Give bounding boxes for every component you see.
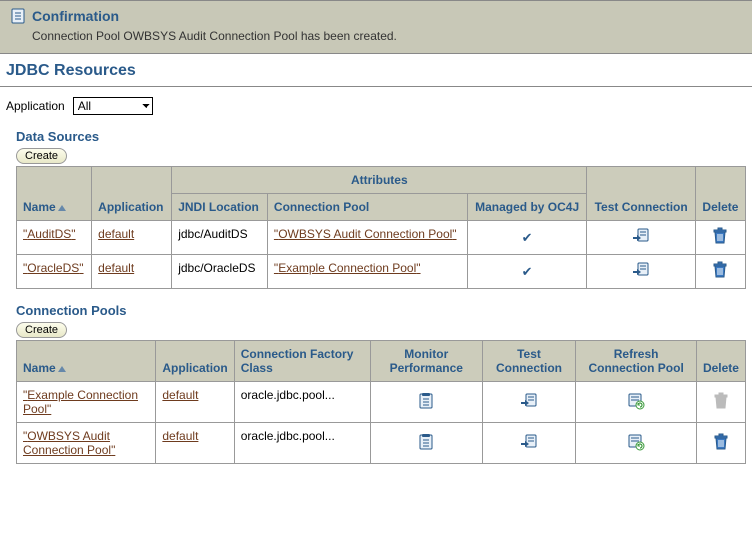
col-application[interactable]: Application bbox=[156, 341, 234, 382]
col-name[interactable]: Name bbox=[17, 341, 156, 382]
col-application[interactable]: Application bbox=[92, 167, 172, 221]
ds-jndi: jdbc/AuditDS bbox=[172, 221, 268, 255]
data-sources-title: Data Sources bbox=[0, 129, 752, 148]
refresh-button[interactable] bbox=[627, 392, 645, 410]
refresh-button[interactable] bbox=[627, 433, 645, 451]
application-filter-row: Application All bbox=[0, 97, 752, 129]
ds-pool-link[interactable]: OWBSYS Audit Connection Pool bbox=[274, 227, 457, 241]
col-monitor: Monitor Performance bbox=[370, 341, 482, 382]
application-select[interactable]: All bbox=[73, 97, 153, 115]
col-jndi[interactable]: JNDI Location bbox=[172, 194, 268, 221]
col-name[interactable]: Name bbox=[17, 167, 92, 221]
monitor-button[interactable] bbox=[417, 433, 435, 451]
cp-name-link[interactable]: Example Connection Pool bbox=[23, 388, 138, 416]
cp-app-link[interactable]: default bbox=[162, 429, 198, 443]
create-data-source-button[interactable]: Create bbox=[16, 148, 67, 164]
col-delete: Delete bbox=[696, 341, 745, 382]
test-connection-button[interactable] bbox=[632, 227, 650, 245]
connection-pools-title: Connection Pools bbox=[0, 303, 752, 322]
col-connection-pool[interactable]: Connection Pool bbox=[267, 194, 467, 221]
col-delete: Delete bbox=[695, 167, 745, 221]
monitor-button[interactable] bbox=[417, 392, 435, 410]
page-title: JDBC Resources bbox=[0, 54, 752, 87]
ds-name-link[interactable]: OracleDS bbox=[23, 261, 84, 275]
confirmation-icon bbox=[10, 7, 28, 25]
table-row: OracleDS default jdbc/OracleDS Example C… bbox=[17, 255, 746, 289]
delete-button-disabled bbox=[712, 392, 730, 410]
confirmation-message: Connection Pool OWBSYS Audit Connection … bbox=[32, 29, 742, 43]
confirmation-box: Confirmation Connection Pool OWBSYS Audi… bbox=[0, 0, 752, 54]
ds-pool-link[interactable]: Example Connection Pool bbox=[274, 261, 421, 275]
ds-app-link[interactable]: default bbox=[98, 261, 134, 275]
col-refresh: Refresh Connection Pool bbox=[576, 341, 697, 382]
check-icon: ✔ bbox=[522, 230, 533, 245]
test-connection-button[interactable] bbox=[520, 392, 538, 410]
table-row: OWBSYS Audit Connection Pool default ora… bbox=[17, 423, 746, 464]
table-row: Example Connection Pool default oracle.j… bbox=[17, 382, 746, 423]
connection-pools-table: Name Application Connection Factory Clas… bbox=[16, 340, 746, 464]
cp-name-link[interactable]: OWBSYS Audit Connection Pool bbox=[23, 429, 115, 457]
sort-asc-icon bbox=[58, 366, 66, 372]
sort-asc-icon bbox=[58, 205, 66, 211]
col-test-connection: Test Connection bbox=[587, 167, 695, 221]
col-attributes-group: Attributes bbox=[172, 167, 587, 194]
cp-app-link[interactable]: default bbox=[162, 388, 198, 402]
confirmation-title: Confirmation bbox=[32, 8, 119, 24]
data-sources-table: Name Application Attributes Test Connect… bbox=[16, 166, 746, 289]
ds-app-link[interactable]: default bbox=[98, 227, 134, 241]
cp-factory: oracle.jdbc.pool... bbox=[234, 382, 370, 423]
test-connection-button[interactable] bbox=[632, 261, 650, 279]
create-connection-pool-button[interactable]: Create bbox=[16, 322, 67, 338]
col-managed[interactable]: Managed by OC4J bbox=[467, 194, 587, 221]
test-connection-button[interactable] bbox=[520, 433, 538, 451]
col-factory[interactable]: Connection Factory Class bbox=[234, 341, 370, 382]
application-label: Application bbox=[6, 99, 65, 113]
confirmation-title-row: Confirmation bbox=[10, 7, 742, 25]
col-test: Test Connection bbox=[482, 341, 576, 382]
check-icon: ✔ bbox=[522, 264, 533, 279]
delete-button[interactable] bbox=[711, 227, 729, 245]
delete-button[interactable] bbox=[711, 261, 729, 279]
ds-jndi: jdbc/OracleDS bbox=[172, 255, 268, 289]
cp-factory: oracle.jdbc.pool... bbox=[234, 423, 370, 464]
ds-name-link[interactable]: AuditDS bbox=[23, 227, 76, 241]
delete-button[interactable] bbox=[712, 433, 730, 451]
table-row: AuditDS default jdbc/AuditDS OWBSYS Audi… bbox=[17, 221, 746, 255]
